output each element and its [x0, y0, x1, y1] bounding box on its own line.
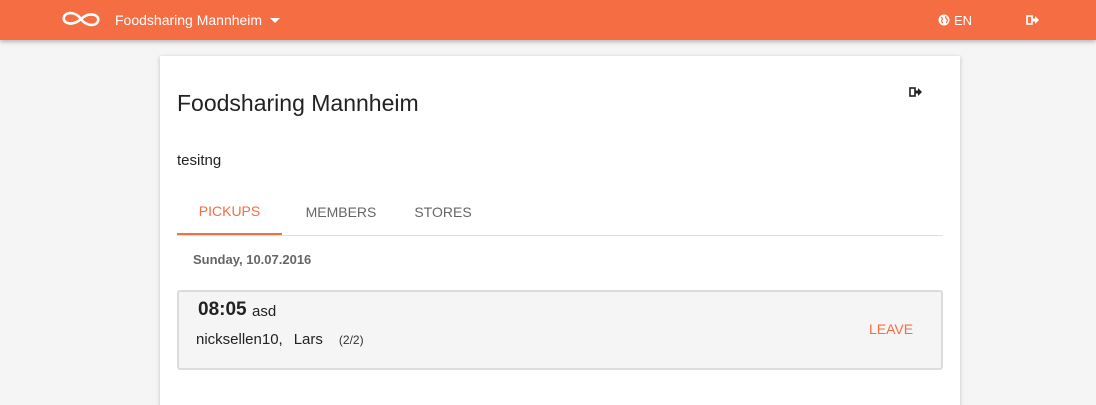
page-title: Foodsharing Mannheim	[177, 90, 419, 116]
group-select-label: Foodsharing Mannheim	[115, 12, 263, 28]
pickup-time: 08:05	[198, 299, 247, 320]
pickup-member[interactable]: nicksellen10,	[196, 331, 283, 348]
tab-members[interactable]: MEMBERS	[282, 188, 400, 235]
pickup-members: nicksellen10, Lars (2/2)	[196, 331, 364, 348]
tab-pickups[interactable]: PICKUPS	[177, 188, 282, 235]
group-card: Foodsharing Mannheim tesitng PICKUPS MEM…	[160, 56, 960, 405]
caret-down-icon	[270, 17, 281, 23]
group-description: tesitng	[177, 152, 222, 169]
language-label: EN	[954, 12, 973, 28]
logout-icon[interactable]	[1025, 12, 1041, 28]
leave-pickup-button[interactable]: LEAVE	[869, 321, 913, 337]
pickup-description: asd	[252, 303, 277, 320]
language-selector[interactable]: EN	[938, 0, 972, 40]
top-bar: Foodsharing Mannheim EN	[0, 0, 1096, 40]
pickup-item: 08:05 asd nicksellen10, Lars (2/2) LEAVE	[177, 290, 943, 370]
tab-stores[interactable]: STORES	[400, 188, 486, 235]
pickup-member[interactable]: Lars	[294, 331, 323, 348]
pickup-date-header: Sunday, 10.07.2016	[193, 252, 312, 267]
tab-bar: PICKUPS MEMBERS STORES	[177, 188, 943, 236]
leave-group-icon[interactable]	[908, 84, 924, 100]
pickup-slots-count: (2/2)	[338, 333, 364, 347]
globe-icon	[938, 14, 950, 26]
infinity-logo-icon[interactable]	[60, 9, 102, 29]
group-select-dropdown[interactable]: Foodsharing Mannheim	[115, 0, 281, 40]
